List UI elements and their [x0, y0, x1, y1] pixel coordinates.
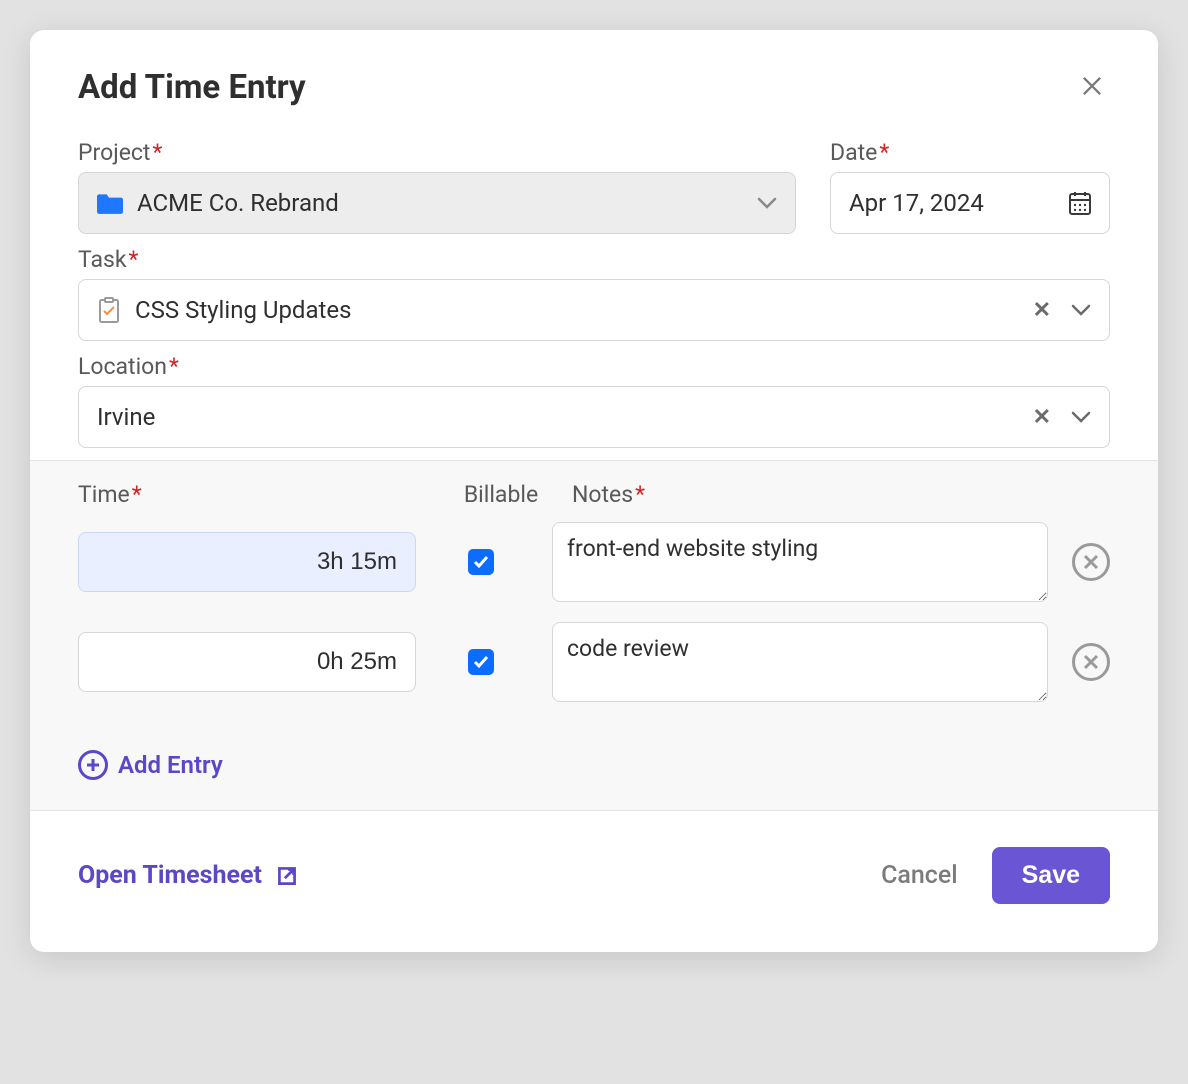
billable-checkbox[interactable] — [468, 549, 494, 575]
required-marker: * — [635, 481, 645, 508]
close-icon — [1083, 654, 1099, 670]
project-label: Project* — [78, 139, 796, 166]
close-icon — [1083, 554, 1099, 570]
clipboard-icon — [97, 297, 121, 323]
folder-icon — [97, 192, 123, 214]
open-timesheet-link[interactable]: Open Timesheet — [78, 861, 300, 890]
footer-actions: Cancel Save — [881, 847, 1110, 904]
save-button[interactable]: Save — [992, 847, 1110, 904]
task-field: Task* CSS Styling Updates ✕ — [78, 246, 1110, 341]
task-select[interactable]: CSS Styling Updates ✕ — [78, 279, 1110, 341]
date-picker[interactable]: Apr 17, 2024 — [830, 172, 1110, 234]
location-label: Location* — [78, 353, 1110, 380]
check-icon — [472, 553, 490, 571]
calendar-icon — [1069, 191, 1091, 215]
required-marker: * — [129, 246, 139, 273]
entries-header: Time* Billable Notes* — [78, 481, 1110, 508]
location-clear-button[interactable]: ✕ — [1027, 405, 1057, 430]
location-field: Location* Irvine ✕ — [78, 353, 1110, 448]
col-billable-header: Billable — [436, 481, 566, 508]
date-field: Date* Apr 17, 2024 — [830, 139, 1110, 234]
notes-input[interactable] — [552, 622, 1048, 702]
location-value: Irvine — [97, 403, 1013, 431]
time-input[interactable] — [78, 532, 416, 592]
project-select[interactable]: ACME Co. Rebrand — [78, 172, 796, 234]
add-entry-label: Add Entry — [118, 751, 223, 779]
location-label-text: Location — [78, 353, 167, 380]
check-icon — [472, 653, 490, 671]
project-field: Project* ACME Co. Rebrand — [78, 139, 796, 234]
chevron-down-icon — [1071, 304, 1091, 316]
location-select[interactable]: Irvine ✕ — [78, 386, 1110, 448]
plus-icon — [78, 750, 108, 780]
add-entry-button[interactable]: Add Entry — [78, 750, 223, 780]
date-label-text: Date — [830, 139, 877, 166]
entry-row — [78, 622, 1110, 702]
task-label-text: Task — [78, 246, 127, 273]
task-value: CSS Styling Updates — [135, 296, 1013, 324]
cancel-button[interactable]: Cancel — [881, 861, 958, 890]
task-label: Task* — [78, 246, 1110, 273]
close-icon — [1078, 72, 1106, 100]
open-timesheet-label: Open Timesheet — [78, 861, 262, 890]
required-marker: * — [152, 139, 162, 166]
delete-entry-button[interactable] — [1072, 643, 1110, 681]
modal-header: Add Time Entry — [78, 68, 1110, 107]
billable-cell — [416, 549, 546, 575]
delete-entry-button[interactable] — [1072, 543, 1110, 581]
billable-cell — [416, 649, 546, 675]
required-marker: * — [132, 481, 142, 508]
task-clear-button[interactable]: ✕ — [1027, 298, 1057, 323]
required-marker: * — [169, 353, 179, 380]
chevron-down-icon — [757, 197, 777, 209]
col-notes-header: Notes* — [566, 481, 1060, 508]
entries-section: Time* Billable Notes* — [30, 460, 1158, 811]
project-value: ACME Co. Rebrand — [137, 189, 743, 217]
date-value: Apr 17, 2024 — [849, 189, 984, 217]
time-input[interactable] — [78, 632, 416, 692]
modal-footer: Open Timesheet Cancel Save — [78, 811, 1110, 904]
notes-input[interactable] — [552, 522, 1048, 602]
col-time-header: Time* — [78, 481, 436, 508]
external-link-icon — [274, 863, 300, 889]
required-marker: * — [879, 139, 889, 166]
time-entry-modal: Add Time Entry Project* ACME Co. Rebrand… — [30, 30, 1158, 952]
chevron-down-icon — [1071, 411, 1091, 423]
billable-checkbox[interactable] — [468, 649, 494, 675]
close-button[interactable] — [1074, 68, 1110, 104]
project-label-text: Project — [78, 139, 150, 166]
modal-title: Add Time Entry — [78, 68, 306, 107]
date-label: Date* — [830, 139, 1110, 166]
entry-row — [78, 522, 1110, 602]
row-project-date: Project* ACME Co. Rebrand Date* Apr 17, … — [78, 139, 1110, 234]
